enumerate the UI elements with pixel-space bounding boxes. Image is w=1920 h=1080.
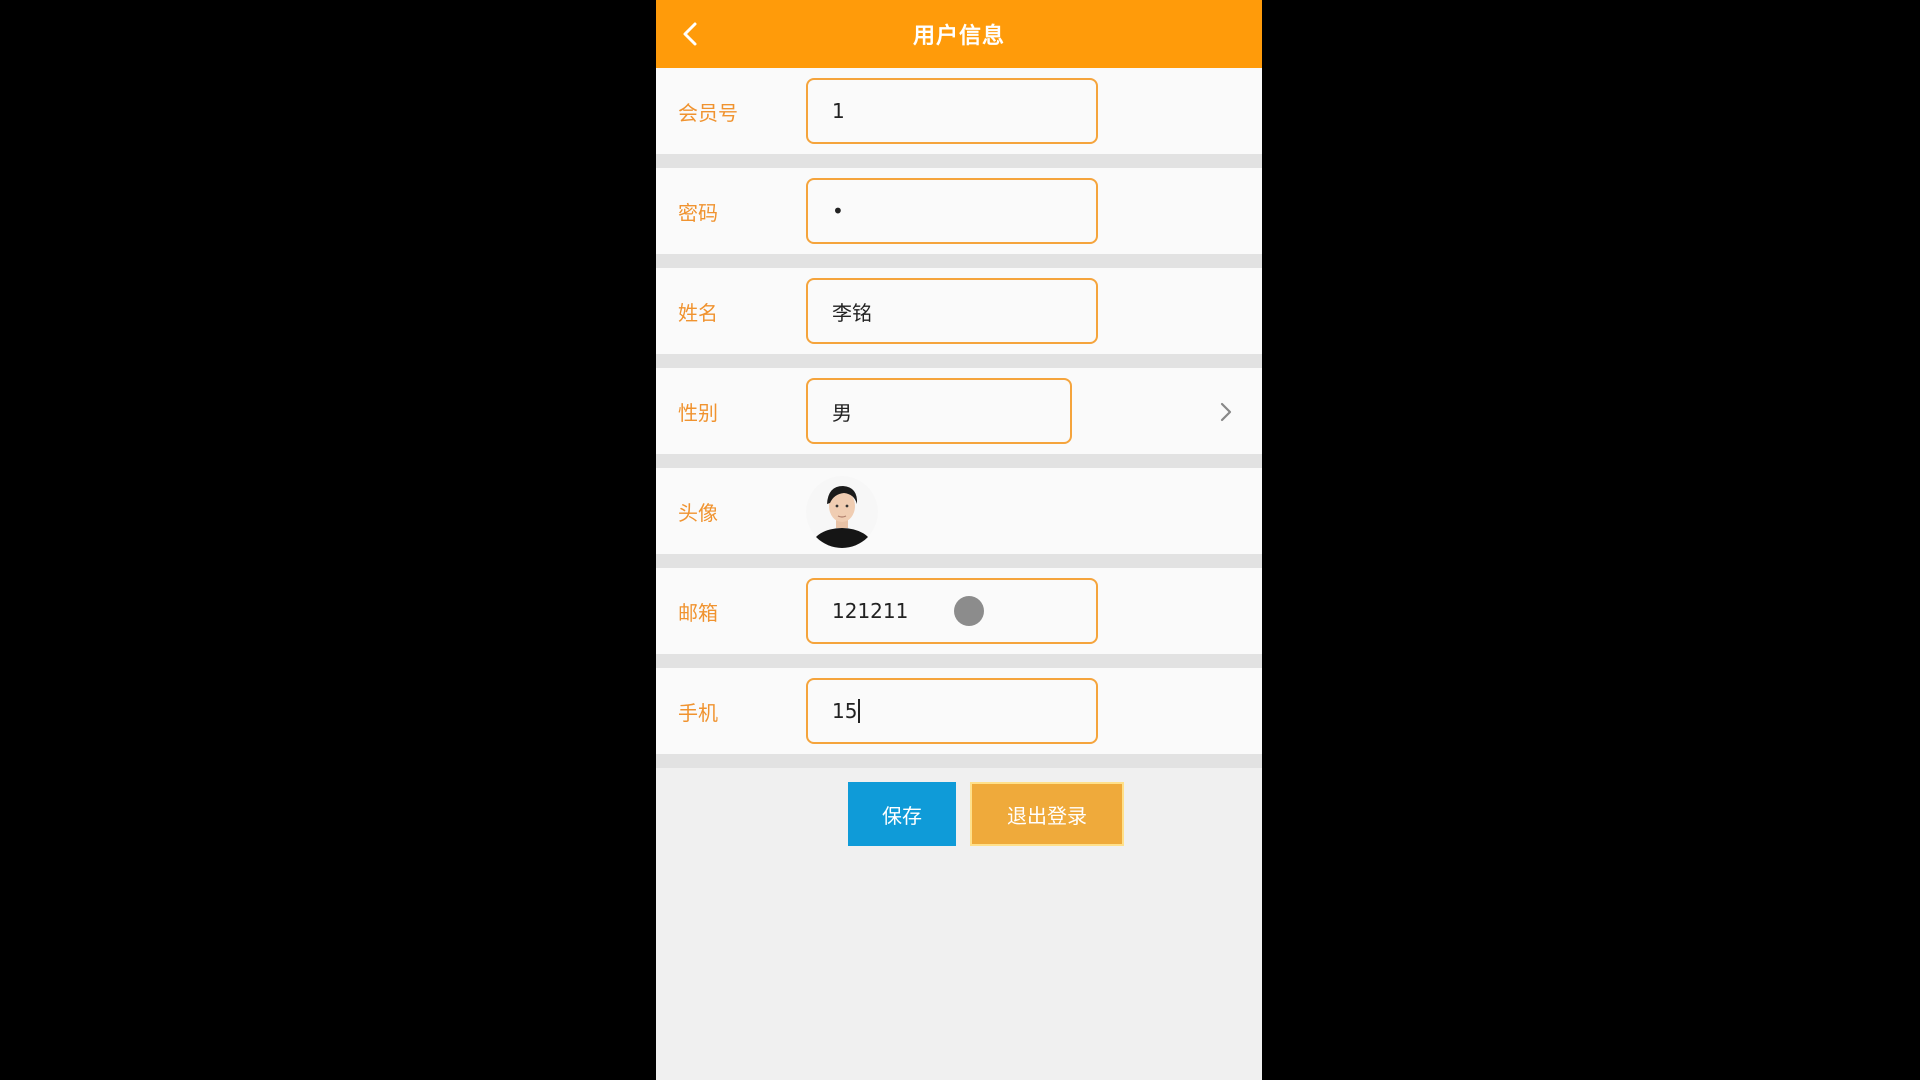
logout-button[interactable]: 退出登录 xyxy=(970,782,1124,846)
text-caret xyxy=(858,699,861,723)
row-member-no: 会员号 1 xyxy=(656,68,1262,168)
name-value: 李铭 xyxy=(832,300,872,325)
member-no-label: 会员号 xyxy=(678,100,738,125)
email-field[interactable]: 121211 xyxy=(806,578,1098,644)
chevron-left-icon xyxy=(683,22,697,46)
name-label: 姓名 xyxy=(678,300,718,325)
password-value: • xyxy=(832,199,844,223)
row-password: 密码 • xyxy=(656,168,1262,268)
save-button[interactable]: 保存 xyxy=(848,782,956,846)
page-title: 用户信息 xyxy=(912,24,1005,49)
member-no-value: 1 xyxy=(832,99,845,123)
password-field[interactable]: • xyxy=(806,178,1098,244)
avatar[interactable] xyxy=(806,476,878,548)
back-button[interactable] xyxy=(670,14,710,54)
user-info-form: 会员号 1 密码 • 姓名 李铭 性别 男 头像 邮箱 121211 手机 15 xyxy=(656,68,1262,768)
chevron-right-icon[interactable] xyxy=(1216,402,1236,422)
avatar-label: 头像 xyxy=(678,500,718,525)
phone-field[interactable]: 15 xyxy=(806,678,1098,744)
row-phone: 手机 15 xyxy=(656,668,1262,768)
cursor-indicator-icon xyxy=(954,596,985,626)
email-label: 邮箱 xyxy=(678,600,718,625)
action-buttons: 保存 退出登录 xyxy=(806,782,1136,846)
avatar-image xyxy=(806,476,878,548)
row-gender: 性别 男 xyxy=(656,368,1262,468)
gender-select[interactable]: 男 xyxy=(806,378,1072,444)
phone-screen: 用户信息 会员号 1 密码 • 姓名 李铭 性别 男 头像 邮箱 121211 … xyxy=(656,0,1262,1080)
email-value: 121211 xyxy=(832,599,909,623)
row-avatar: 头像 xyxy=(656,468,1262,568)
phone-label: 手机 xyxy=(678,700,718,725)
gender-value: 男 xyxy=(832,400,852,425)
phone-value: 15 xyxy=(832,699,858,723)
row-email: 邮箱 121211 xyxy=(656,568,1262,668)
member-no-field[interactable]: 1 xyxy=(806,78,1098,144)
header-bar: 用户信息 xyxy=(656,0,1262,68)
row-name: 姓名 李铭 xyxy=(656,268,1262,368)
gender-label: 性别 xyxy=(678,400,718,425)
password-label: 密码 xyxy=(678,200,718,225)
name-field[interactable]: 李铭 xyxy=(806,278,1098,344)
